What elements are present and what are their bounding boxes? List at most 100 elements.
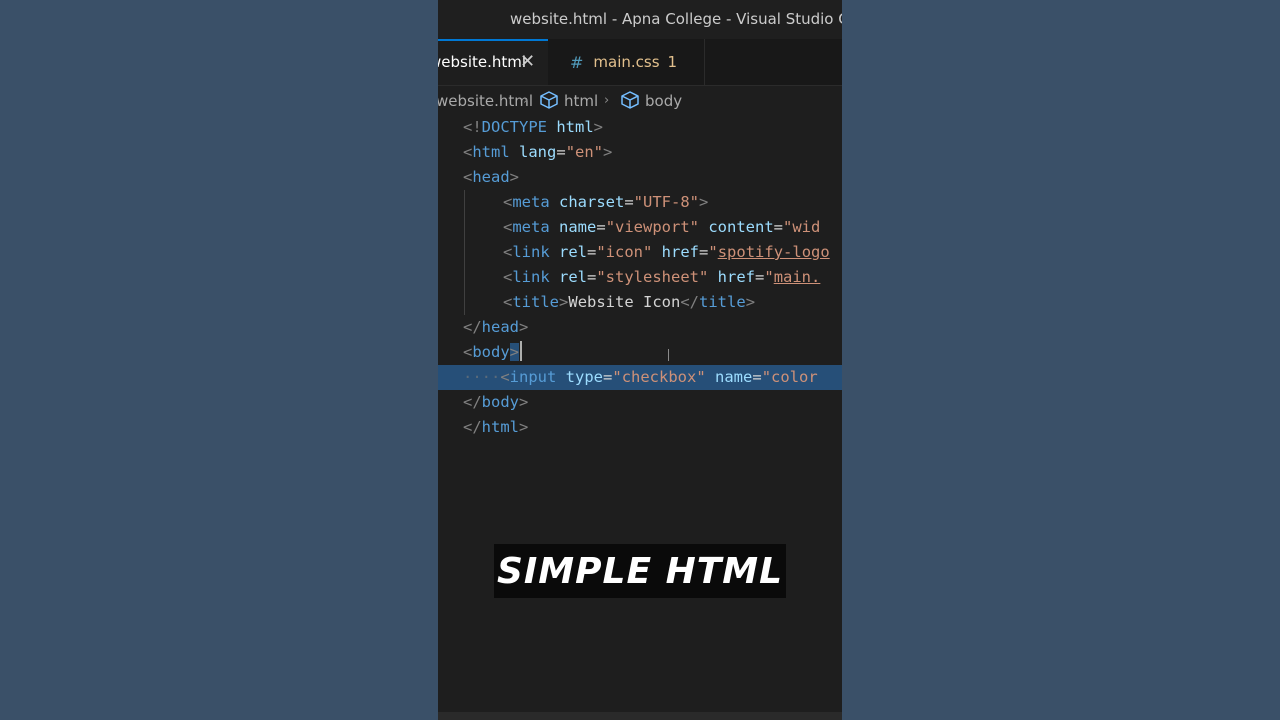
background-left (0, 0, 438, 720)
cube-icon (540, 91, 558, 109)
code-token: lang (509, 143, 557, 161)
window-title: website.html - Apna College - Visual Stu… (438, 0, 842, 39)
code-line[interactable]: <link rel="stylesheet" href="main. (438, 265, 842, 290)
code-editor[interactable]: <!DOCTYPE html> <html lang="en"> <head> … (438, 115, 842, 440)
breadcrumb-item-html[interactable]: html (539, 86, 598, 116)
code-token: charset (549, 193, 625, 211)
code-token: Website Icon (568, 293, 681, 311)
code-token: href (708, 268, 755, 286)
code-token: < (463, 168, 473, 186)
code-token: link (512, 268, 550, 286)
code-line[interactable]: <title>Website Icon</title> (438, 290, 842, 315)
code-token: body (481, 393, 519, 411)
code-token: "checkbox" (612, 368, 706, 386)
code-token: head (472, 168, 510, 186)
code-token: name (705, 368, 753, 386)
code-line[interactable]: </head> (438, 315, 842, 340)
code-token: > (519, 318, 529, 336)
code-token: title (512, 293, 560, 311)
code-token: < (503, 293, 513, 311)
cube-icon (621, 91, 639, 109)
video-caption: SIMPLE HTML (494, 544, 786, 598)
code-token: title (699, 293, 746, 311)
code-line-selected[interactable]: ····<input type="checkbox" name="color (438, 365, 842, 390)
code-token: = (587, 268, 597, 286)
status-strip (438, 712, 842, 720)
tab-website-html[interactable]: website.html ✕ (438, 39, 548, 85)
code-token: "UTF-8" (633, 193, 699, 211)
code-line[interactable]: </body> (438, 390, 842, 415)
code-token: = (773, 218, 784, 236)
code-token: < (463, 343, 473, 361)
code-link[interactable]: spotify-logo (718, 243, 830, 261)
code-token: meta (512, 193, 550, 211)
tab-bar: website.html ✕ # main.css 1 (438, 39, 842, 86)
code-link[interactable]: main. (774, 268, 821, 286)
code-token: href (652, 243, 700, 261)
chevron-right-icon: › (523, 93, 529, 108)
code-token: < (463, 143, 473, 161)
code-token: = (603, 368, 613, 386)
breadcrumb: website.html › html › body (438, 86, 842, 116)
chevron-right-icon: › (604, 93, 610, 108)
code-token: < (503, 243, 513, 261)
code-token: "en" (565, 143, 604, 161)
tab-label: website.html (438, 53, 527, 71)
code-token: " (764, 268, 774, 286)
code-token: < (503, 268, 513, 286)
code-token: = (752, 368, 762, 386)
code-token: = (556, 143, 566, 161)
breadcrumb-item-file[interactable]: website.html (438, 86, 533, 116)
code-token: type (556, 368, 604, 386)
code-token: "icon" (596, 243, 653, 261)
code-line[interactable]: <link rel="icon" href="spotify-logo (438, 240, 842, 265)
code-token: </ (463, 393, 482, 411)
code-token: </ (463, 418, 482, 436)
code-token: > (509, 168, 520, 186)
code-token: = (624, 193, 634, 211)
code-token: </ (463, 318, 482, 336)
code-token: "stylesheet" (596, 268, 709, 286)
code-line[interactable]: <head> (438, 165, 842, 190)
background-right (842, 0, 1280, 720)
code-token: name (549, 218, 597, 236)
breadcrumb-item-label: body (645, 92, 683, 110)
code-token: = (587, 243, 597, 261)
code-token: > (745, 293, 756, 311)
css-file-icon: # (570, 52, 584, 72)
code-token: "viewport" (605, 218, 700, 236)
code-line[interactable]: <meta name="viewport" content="wid (438, 215, 842, 240)
close-icon[interactable]: ✕ (520, 51, 535, 72)
code-token: = (755, 268, 765, 286)
breadcrumb-item-body[interactable]: body (620, 86, 682, 116)
code-token: = (596, 218, 606, 236)
code-token: body (472, 343, 510, 361)
code-line[interactable]: <body> (438, 340, 842, 365)
code-token: > (509, 343, 520, 361)
code-token: < (503, 193, 513, 211)
code-token: <! (463, 118, 482, 136)
whitespace-marker: ···· (463, 368, 501, 386)
code-line[interactable]: <meta charset="UTF-8"> (438, 190, 842, 215)
code-token: < (500, 368, 510, 386)
code-token: "color (761, 368, 818, 386)
code-token: meta (512, 218, 550, 236)
code-token: "wid (783, 218, 821, 236)
code-line[interactable]: </html> (438, 415, 842, 440)
problem-count-badge: 1 (667, 53, 678, 71)
code-token: rel (549, 243, 587, 261)
code-line[interactable]: <html lang="en"> (438, 140, 842, 165)
tab-main-css[interactable]: # main.css 1 (548, 39, 705, 85)
tab-label: main.css (593, 53, 660, 71)
code-line[interactable]: <!DOCTYPE html> (438, 115, 842, 140)
mouse-ibeam-icon (668, 349, 669, 361)
code-token: > (593, 118, 604, 136)
code-token: > (519, 393, 529, 411)
code-token: html (547, 118, 594, 136)
code-token: content (699, 218, 774, 236)
code-token: " (708, 243, 718, 261)
breadcrumb-item-label: html (564, 92, 599, 110)
code-token: > (603, 143, 613, 161)
text-cursor (520, 341, 523, 361)
code-token: > (699, 193, 709, 211)
